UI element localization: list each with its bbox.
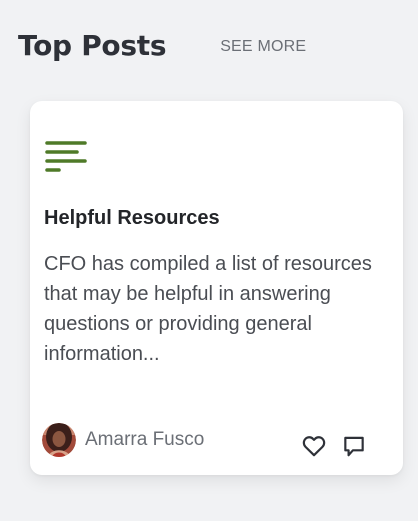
post-excerpt: CFO has compiled a list of resources tha… bbox=[44, 253, 372, 365]
post-author[interactable]: Amarra Fusco bbox=[42, 423, 204, 457]
list-lines-icon bbox=[45, 141, 87, 172]
see-more-link[interactable]: SEE MORE bbox=[220, 38, 306, 56]
heart-icon[interactable] bbox=[301, 433, 327, 459]
comment-icon[interactable] bbox=[341, 433, 367, 459]
avatar[interactable] bbox=[42, 423, 76, 457]
section-title: Top Posts bbox=[18, 28, 167, 62]
post-card[interactable]: Helpful Resources CFO has compiled a lis… bbox=[30, 101, 403, 475]
post-title[interactable]: Helpful Resources bbox=[44, 207, 384, 230]
section-header: Top Posts SEE MORE bbox=[18, 22, 400, 68]
post-actions bbox=[301, 433, 367, 459]
author-name[interactable]: Amarra Fusco bbox=[85, 429, 204, 451]
